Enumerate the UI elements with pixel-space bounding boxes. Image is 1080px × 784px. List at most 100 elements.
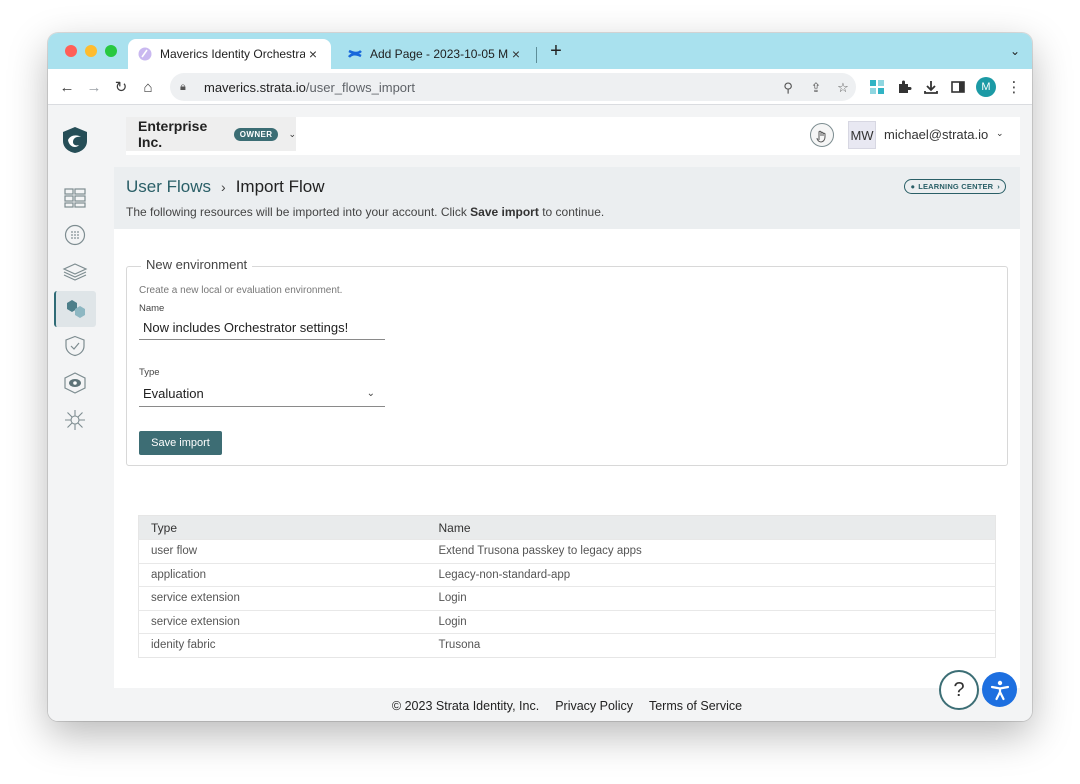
column-header-type: Type [151,520,178,535]
share-icon[interactable]: ⇪ [806,80,826,95]
browser-window: Maverics Identity Orchestratio × Add Pag… [48,33,1032,721]
type-select[interactable]: Evaluation ⌄ [139,381,385,407]
cell-type: idenity fabric [138,633,427,657]
copyright-text: © 2023 Strata Identity, Inc. [391,699,540,713]
tab-maverics[interactable]: Maverics Identity Orchestratio × [128,39,331,69]
user-avatar[interactable]: MW [848,121,876,149]
cell-type: service extension [138,609,427,634]
breadcrumb: User Flows › Import Flow [126,177,324,197]
chevron-down-icon: ⌄ [366,388,375,399]
forward-arrow-icon[interactable]: → [83,76,105,98]
table-row: user flow Extend Trusona passkey to lega… [138,539,996,563]
table-header-row: Type Name [138,515,996,540]
breadcrumb-user-flows-link[interactable]: User Flows [126,177,211,197]
identity-fabric-icon[interactable] [54,217,96,253]
lightbulb-icon: ● [910,182,916,191]
lock-icon: 🔒︎ [180,80,186,93]
extensions-puzzle-icon[interactable] [893,76,915,98]
org-switcher[interactable]: Enterprise Inc. OWNER ⌄ [126,117,296,151]
strata-logo-icon[interactable] [54,121,96,159]
cell-type: application [138,562,427,587]
tab-search-chevron-icon[interactable]: ⌄ [1010,44,1020,58]
tab-title: Maverics Identity Orchestratio [160,47,305,61]
description-prefix: The following resources will be imported… [126,205,471,219]
user-email[interactable]: michael@strata.io [884,127,988,142]
accessibility-button[interactable] [982,672,1017,707]
page-title: Import Flow [235,177,325,196]
chevron-down-icon: ⌄ [288,128,296,139]
page-header: User Flows › Import Flow The following r… [114,167,1020,229]
page-footer: © 2023 Strata Identity, Inc. Privacy Pol… [102,699,1032,719]
url-path: /user_flows_import [305,79,415,95]
description-bold: Save import [470,205,539,219]
type-label: Type [139,367,160,378]
help-button[interactable]: ? [939,670,979,710]
tab-bar: Maverics Identity Orchestratio × Add Pag… [48,33,1032,69]
side-panel-icon[interactable] [947,76,969,98]
learning-center-button[interactable]: ● LEARNING CENTER › [904,179,1006,194]
column-header-name: Name [438,520,471,535]
browser-menu-icon[interactable]: ⋮ [1003,76,1025,98]
app-topbar: Enterprise Inc. OWNER ⌄ MW michael@strat… [126,117,1020,155]
new-environment-fieldset: New environment Create a new local or ev… [126,257,1008,466]
page-description: The following resources will be imported… [126,205,604,219]
table-row: service extension Login [138,586,996,610]
eye-icon[interactable] [54,365,96,401]
profile-avatar[interactable]: M [976,77,996,97]
chevron-right-icon: › [997,182,1000,191]
tab-title: Add Page - 2023-10-05 Maver [370,47,508,61]
chevron-down-icon[interactable]: ⌄ [996,128,1004,139]
download-icon[interactable] [920,76,942,98]
back-arrow-icon[interactable]: ← [56,76,78,98]
privacy-policy-link[interactable]: Privacy Policy [555,699,633,719]
network-icon[interactable] [54,402,96,438]
url-host: maverics.strata.io [204,79,306,95]
terms-of-service-link[interactable]: Terms of Service [649,699,742,719]
fieldset-legend: New environment [141,257,253,272]
shield-check-icon[interactable] [54,328,96,364]
close-window-button[interactable] [65,45,77,57]
cell-name: Login [426,609,996,634]
tab-add-page[interactable]: Add Page - 2023-10-05 Maver × [338,39,534,69]
app-content: Enterprise Inc. OWNER ⌄ MW michael@strat… [48,105,1032,721]
type-selected-value: Evaluation [143,386,204,401]
org-name: Enterprise Inc. [138,118,208,150]
layers-icon[interactable] [54,254,96,290]
minimize-window-button[interactable] [85,45,97,57]
cell-type: user flow [138,539,427,563]
bookmark-star-icon[interactable]: ☆ [833,80,853,95]
extension-app-icon[interactable] [866,76,888,98]
table-row: application Legacy-non-standard-app [138,562,996,587]
home-icon[interactable]: ⌂ [137,76,159,98]
accessibility-icon [990,680,1009,700]
cell-type: service extension [138,586,427,610]
owner-badge: OWNER [233,127,279,141]
close-tab-icon[interactable]: × [508,46,524,62]
import-panel: New environment Create a new local or ev… [114,229,1020,688]
save-import-button[interactable]: Save import [139,431,222,455]
chevron-right-icon: › [221,179,226,195]
confluence-favicon-icon [348,49,362,58]
maximize-window-button[interactable] [105,45,117,57]
reload-icon[interactable]: ↻ [110,76,132,98]
browser-toolbar: ← → ↻ ⌂ 🔒︎ maverics.strata.io/user_flows… [48,69,1032,105]
zoom-icon[interactable]: ⚲ [778,80,798,95]
name-label: Name [139,303,165,314]
tab-separator [536,47,537,63]
user-flows-icon[interactable] [54,291,96,327]
name-input[interactable] [139,316,385,340]
cell-name: Extend Trusona passkey to legacy apps [426,539,996,563]
cell-name: Legacy-non-standard-app [426,562,996,587]
cell-name: Login [426,586,996,610]
address-bar[interactable]: 🔒︎ maverics.strata.io/user_flows_import … [170,73,856,101]
fieldset-help-text: Create a new local or evaluation environ… [139,285,343,296]
new-tab-button[interactable]: + [546,41,566,61]
table-row: idenity fabric Trusona [138,633,996,657]
cell-name: Trusona [426,633,996,657]
description-suffix: to continue. [538,205,605,219]
dashboard-icon[interactable] [54,180,96,216]
table-row: service extension Login [138,609,996,634]
quick-start-hand-icon[interactable] [810,123,834,147]
learning-center-label: LEARNING CENTER [918,182,994,191]
close-tab-icon[interactable]: × [305,46,321,62]
